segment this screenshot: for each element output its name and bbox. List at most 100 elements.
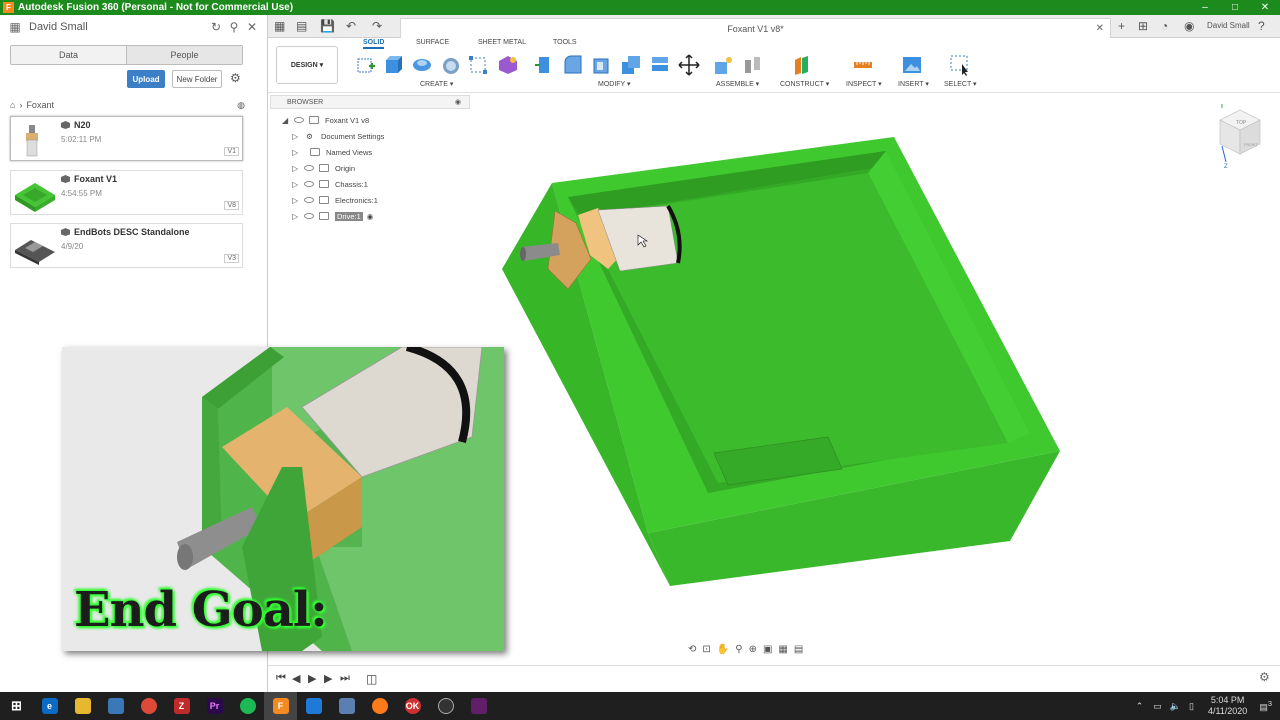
select-menu[interactable]: SELECT ▾ — [944, 80, 977, 88]
tab-solid[interactable]: SOLID — [363, 39, 385, 49]
volume-icon[interactable]: 🔈 — [1170, 701, 1181, 712]
taskbar-fusion[interactable]: F — [264, 692, 297, 720]
undo-icon[interactable]: ↶ — [346, 19, 356, 33]
step-forward-icon[interactable]: ▶ — [324, 672, 332, 685]
construct-menu[interactable]: CONSTRUCT ▾ — [780, 80, 829, 88]
browser-header[interactable]: BROWSER ◉ — [270, 95, 470, 109]
taskbar-slack[interactable] — [462, 692, 495, 720]
taskbar-chrome[interactable] — [132, 692, 165, 720]
tree-item-label[interactable]: Drive:1 — [335, 211, 363, 221]
user-menu[interactable]: David Small — [29, 21, 207, 33]
insert-image-icon[interactable] — [901, 54, 923, 76]
account-icon[interactable]: ◉ — [1184, 19, 1194, 33]
workspace-switcher[interactable]: DESIGN ▾ — [276, 46, 338, 84]
view-cube-top-label[interactable]: TOP — [1236, 120, 1247, 126]
taskbar-edge[interactable]: e — [33, 692, 66, 720]
inspect-menu[interactable]: INSPECT ▾ — [846, 80, 882, 88]
grid-settings-icon[interactable]: ▦ — [778, 644, 787, 655]
modify-menu[interactable]: MODIFY ▾ — [598, 80, 631, 88]
extensions-icon[interactable]: ⊞ — [1138, 19, 1148, 33]
search-icon[interactable]: ⚲ — [225, 20, 243, 34]
home-icon[interactable]: ⌂ — [10, 100, 15, 110]
timeline-feature-icon[interactable]: ◫ — [366, 672, 377, 686]
move-icon[interactable] — [678, 54, 700, 76]
version-dropdown[interactable]: V3 — [224, 254, 239, 263]
shell-icon[interactable] — [591, 54, 613, 76]
maximize-button[interactable]: □ — [1220, 2, 1250, 13]
gear-icon[interactable]: ⚙ — [230, 71, 241, 85]
globe-icon[interactable]: ◍ — [237, 100, 245, 111]
extrude-icon[interactable] — [382, 54, 404, 76]
sweep-icon[interactable] — [440, 54, 462, 76]
tab-data[interactable]: Data — [11, 46, 127, 64]
list-item-foxant-v1[interactable]: Foxant V1 4:54:55 PM V8 — [10, 170, 243, 215]
file-menu-icon[interactable]: ▤ — [296, 19, 307, 33]
skip-end-icon[interactable]: ⏭ — [340, 672, 350, 685]
tab-people[interactable]: People — [127, 46, 242, 64]
select-window-icon[interactable] — [949, 54, 971, 76]
chevron-right-icon[interactable]: ▷ — [292, 148, 300, 157]
create-sketch-icon[interactable] — [355, 54, 377, 76]
close-icon[interactable]: ✕ — [243, 20, 261, 34]
taskbar-spotify[interactable] — [231, 692, 264, 720]
tab-tools[interactable]: TOOLS — [553, 39, 577, 46]
chevron-right-icon[interactable]: ▷ — [292, 196, 300, 205]
tree-item-named-views[interactable]: ▷ Named Views — [292, 145, 372, 159]
create-form-icon[interactable] — [497, 54, 519, 76]
eye-icon[interactable] — [304, 213, 314, 219]
look-at-icon[interactable]: ⊡ — [702, 644, 710, 655]
tree-item-document-settings[interactable]: ▷ ⚙ Document Settings — [292, 129, 384, 143]
chevron-right-icon[interactable]: ▷ — [292, 132, 300, 141]
tree-item-label[interactable]: Origin — [335, 164, 355, 173]
taskbar-premiere[interactable]: Pr — [198, 692, 231, 720]
orbit-icon[interactable]: ⟲ — [688, 644, 696, 655]
chevron-down-icon[interactable]: ◢ — [282, 116, 290, 125]
activate-radio-icon[interactable]: ◉ — [367, 212, 374, 221]
fillet-icon[interactable] — [562, 54, 584, 76]
joint-icon[interactable] — [742, 54, 764, 76]
redo-icon[interactable]: ↷ — [372, 19, 382, 33]
upload-button[interactable]: Upload — [127, 70, 165, 88]
taskbar-network[interactable] — [330, 692, 363, 720]
notifications-icon[interactable]: ▤3 — [1259, 699, 1272, 713]
press-pull-icon[interactable] — [533, 54, 555, 76]
list-item-n20[interactable]: N20 5:02:11 PM V1 — [10, 116, 243, 161]
help-icon[interactable]: ? — [1258, 19, 1265, 33]
close-tab-icon[interactable]: ✕ — [1096, 23, 1104, 34]
version-dropdown[interactable]: V1 — [224, 147, 239, 156]
eye-icon[interactable] — [304, 165, 314, 171]
insert-menu[interactable]: INSERT ▾ — [898, 80, 929, 88]
taskbar-vscode[interactable] — [297, 692, 330, 720]
network-tray-icon[interactable]: ▭ — [1153, 701, 1162, 712]
tree-item-label[interactable]: Electronics:1 — [335, 196, 378, 205]
taskbar-explorer[interactable] — [66, 692, 99, 720]
view-cube-front-label[interactable]: FRONT — [1244, 142, 1258, 147]
tree-item-electronics[interactable]: ▷ Electronics:1 — [292, 193, 378, 207]
skip-start-icon[interactable]: ⏮ — [276, 672, 286, 685]
combine-icon[interactable] — [620, 54, 642, 76]
eye-icon[interactable] — [294, 117, 304, 123]
view-cube[interactable]: TOP FRONT Z — [1210, 102, 1266, 170]
battery-icon[interactable]: ▯ — [1189, 701, 1194, 712]
account-user-name[interactable]: David Small — [1207, 21, 1250, 30]
refresh-icon[interactable]: ↻ — [207, 20, 225, 34]
collapse-icon[interactable]: ◉ — [455, 98, 461, 106]
tree-root[interactable]: ◢ Foxant V1 v8 — [282, 113, 369, 127]
tree-item-label[interactable]: Document Settings — [321, 132, 384, 141]
offset-plane-icon[interactable] — [792, 54, 814, 76]
pan-icon[interactable]: ✋ — [717, 644, 729, 655]
history-icon[interactable]: ◔ — [1161, 19, 1168, 33]
chevron-up-icon[interactable]: ⌃ — [1136, 701, 1144, 712]
revolve-icon[interactable] — [411, 54, 433, 76]
taskbar-app-ok[interactable]: OK — [396, 692, 429, 720]
assemble-menu[interactable]: ASSEMBLE ▾ — [716, 80, 759, 88]
tree-root-label[interactable]: Foxant V1 v8 — [325, 116, 369, 125]
fit-icon[interactable]: ⊕ — [749, 644, 757, 655]
start-button[interactable]: ⊞ — [0, 692, 33, 720]
chevron-right-icon[interactable]: ▷ — [292, 164, 300, 173]
save-icon[interactable]: 💾 — [320, 19, 335, 33]
tree-item-label[interactable]: Named Views — [326, 148, 372, 157]
taskbar-obs[interactable] — [429, 692, 462, 720]
version-dropdown[interactable]: V8 — [224, 201, 239, 210]
tab-sheet-metal[interactable]: SHEET METAL — [478, 39, 526, 46]
